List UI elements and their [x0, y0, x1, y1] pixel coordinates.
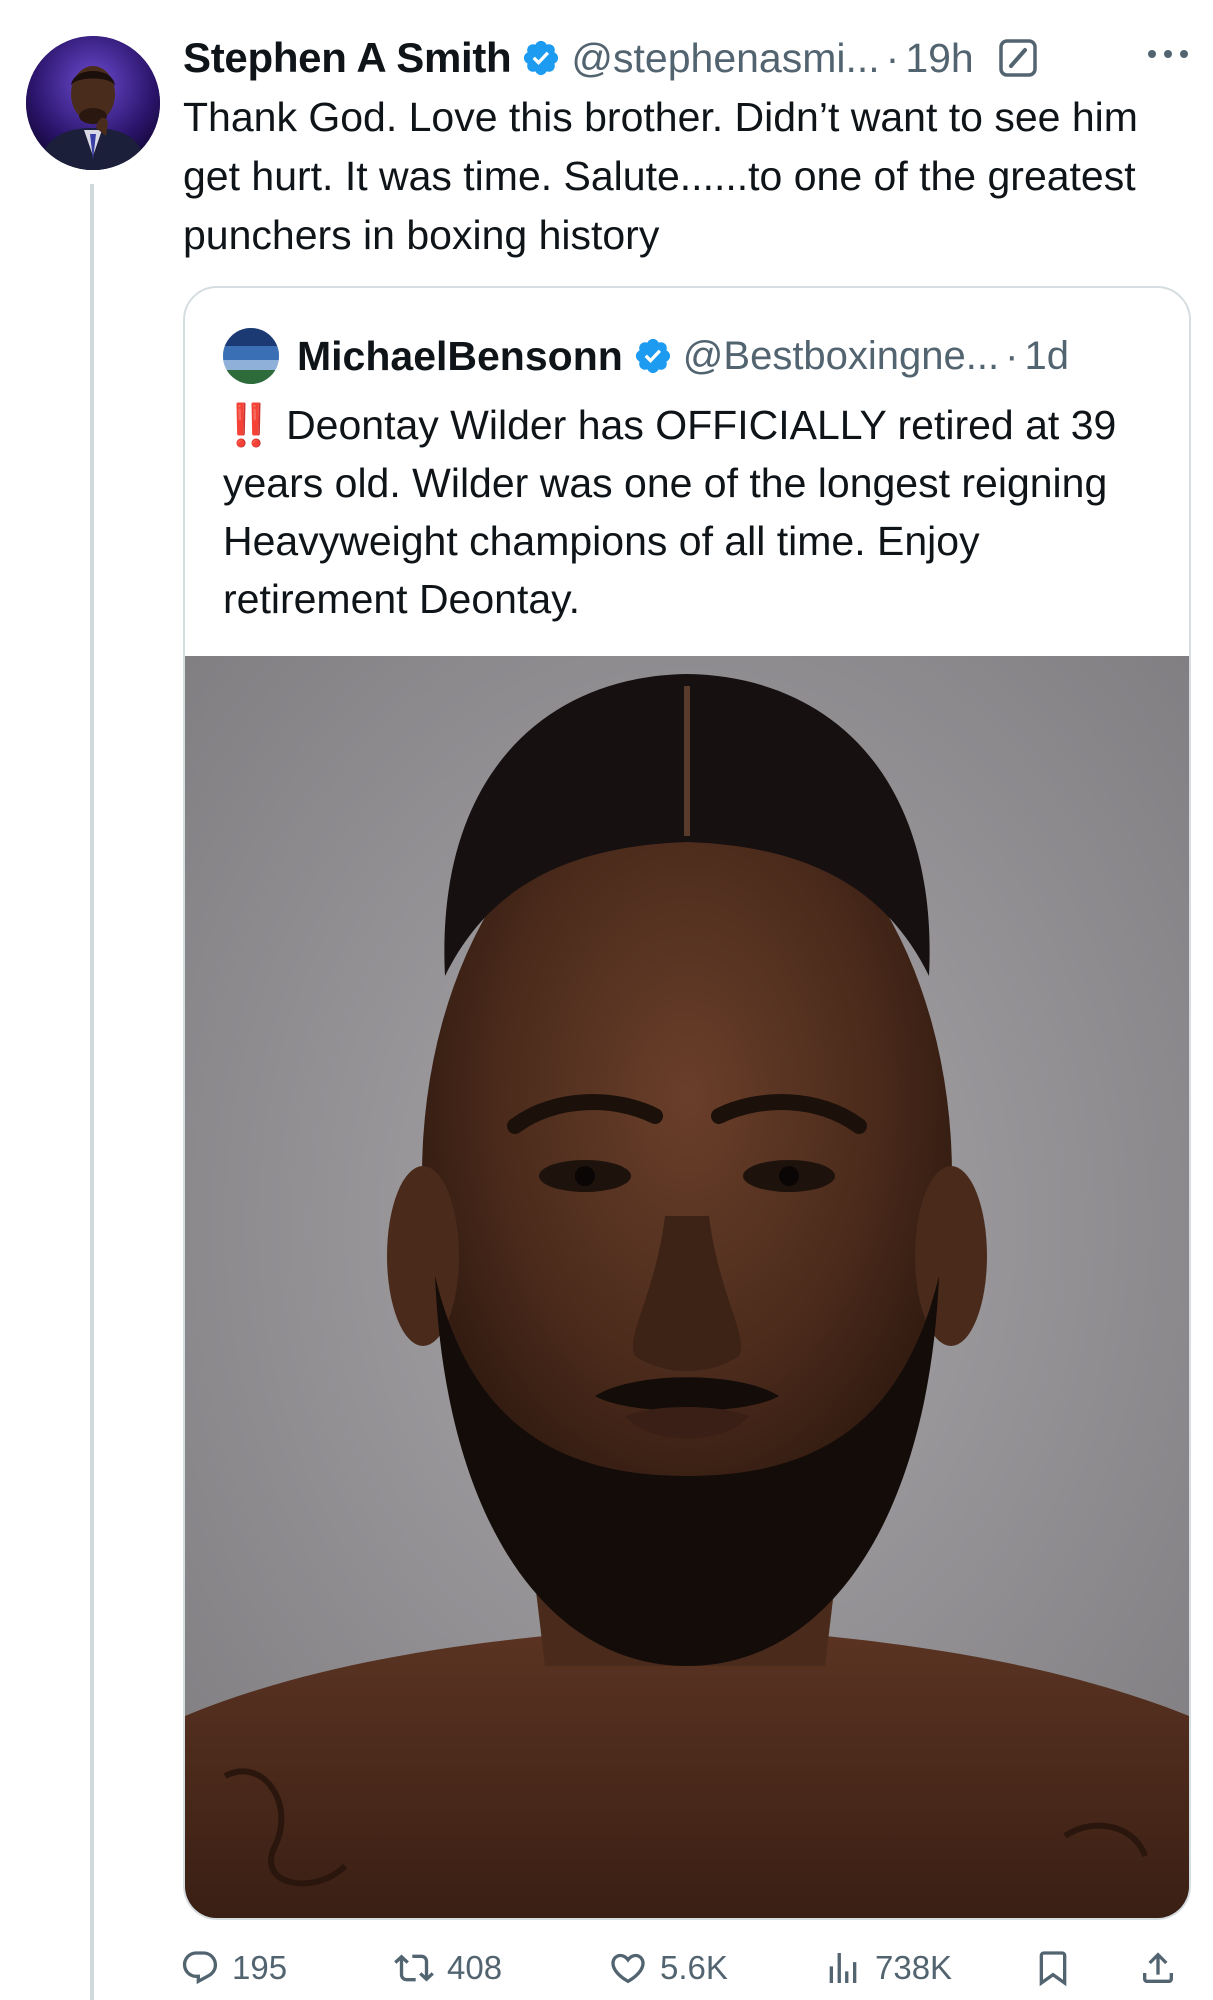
edit-icon[interactable] — [998, 38, 1038, 78]
repost-count: 408 — [447, 1949, 503, 1986]
quote-header: MichaelBensonn @Bestboxingne... · 1d — [223, 326, 1069, 386]
tweet-time[interactable]: 19h — [905, 35, 973, 82]
quote-verified-badge-icon — [633, 336, 673, 376]
more-dots-icon[interactable] — [1146, 44, 1190, 64]
share-icon — [1143, 1952, 1173, 1983]
bookmark-icon — [1039, 1951, 1067, 1987]
quote-photo[interactable] — [185, 656, 1189, 1918]
quote-text: Deontay Wilder has OFFICIALLY retired at… — [223, 402, 1117, 622]
reply-button[interactable]: 195 — [180, 1940, 287, 1996]
heart-icon — [611, 1953, 645, 1984]
author-name[interactable]: Stephen A Smith — [183, 34, 512, 82]
quote-author-handle[interactable]: @Bestboxingne... — [683, 334, 999, 379]
views-count: 738K — [875, 1949, 953, 1986]
quote-time[interactable]: 1d — [1024, 334, 1069, 379]
views-button[interactable]: 738K — [823, 1940, 952, 1996]
quoted-tweet[interactable]: MichaelBensonn @Bestboxingne... · 1d ‼️ D… — [183, 286, 1191, 1920]
repost-button[interactable]: 408 — [393, 1940, 502, 1996]
separator-dot: · — [885, 34, 900, 81]
thread-line — [90, 184, 94, 2000]
quote-separator-dot: · — [1005, 333, 1019, 378]
reply-icon — [182, 1951, 218, 1985]
like-button[interactable]: 5.6K — [608, 1940, 728, 1996]
author-avatar[interactable] — [26, 36, 160, 170]
reply-count: 195 — [232, 1949, 288, 1986]
repost-icon — [394, 1954, 434, 1982]
share-button[interactable] — [1138, 1940, 1190, 1996]
quote-author-avatar[interactable] — [223, 328, 279, 384]
tweet-header: Stephen A Smith @stephenasmi... · 19h — [183, 28, 1193, 88]
author-handle[interactable]: @stephenasmi... — [571, 35, 879, 82]
like-count: 5.6K — [660, 1949, 728, 1986]
double-exclamation-emoji: ‼️ — [223, 402, 274, 448]
quote-author-name[interactable]: MichaelBensonn — [297, 333, 623, 380]
views-chart-icon — [829, 1953, 857, 1983]
quote-text-block: ‼️ Deontay Wilder has OFFICIALLY retired … — [223, 396, 1163, 628]
avatar-portrait — [26, 36, 160, 170]
verified-badge-icon — [521, 38, 561, 78]
tweet-text: Thank God. Love this brother. Didn’t wan… — [183, 94, 1138, 258]
bookmark-button[interactable] — [1033, 1940, 1085, 1996]
boxer-portrait-image — [185, 656, 1189, 1918]
tweet-actions: 195 408 5.6K 738K — [180, 1940, 1193, 1996]
